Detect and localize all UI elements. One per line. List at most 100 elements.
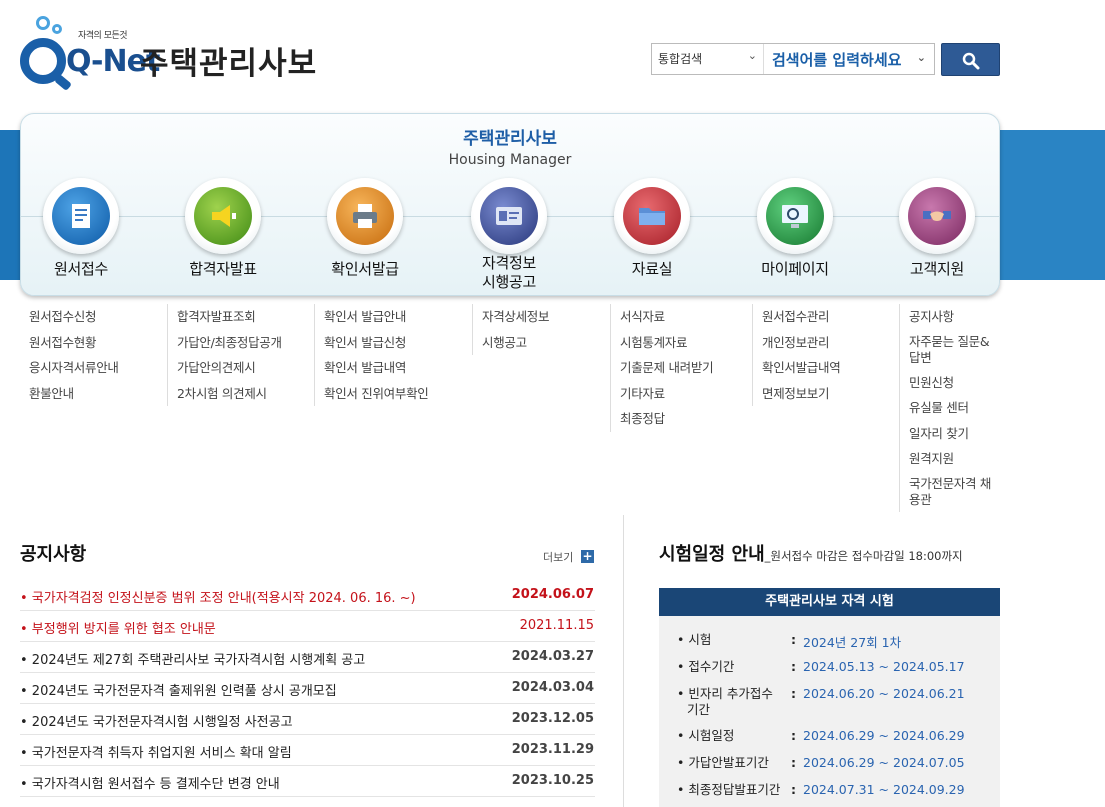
menu-label: 시행공고	[481, 273, 536, 291]
submenu-link[interactable]: 서식자료	[620, 304, 713, 330]
schedule-box-title: 주택관리사보 자격 시험	[659, 588, 1000, 616]
logo-circle-icon	[36, 16, 50, 30]
more-link[interactable]: 더보기	[543, 549, 573, 565]
submenu-link[interactable]: 최종정답	[620, 406, 713, 432]
plus-icon[interactable]: +	[581, 550, 594, 563]
menu-item-results[interactable]: 합격자발표	[163, 178, 283, 288]
notice-date: 2023.11.29	[511, 742, 594, 757]
search-scope-label: 통합검색	[658, 52, 703, 66]
submenu-link[interactable]: 환불안내	[29, 381, 119, 407]
submenu-link[interactable]: 원격지원	[909, 446, 999, 472]
menu-item-qualification-info[interactable]: 자격정보 시행공고	[449, 178, 569, 291]
menu-icon-frame	[614, 178, 690, 254]
handshake-icon	[908, 187, 966, 245]
submenu-link[interactable]: 자주묻는 질문&답변	[909, 330, 999, 370]
submenu-link[interactable]: 자격상세정보	[482, 304, 550, 330]
schedule-key: 기간	[687, 702, 711, 717]
menu-item-support[interactable]: 고객지원	[877, 178, 997, 288]
submenu-support: 공지사항 자주묻는 질문&답변 민원신청 유실물 센터 일자리 찾기 원격지원 …	[899, 304, 999, 512]
submenu-link[interactable]: 원서접수현황	[29, 330, 119, 356]
submenu-link[interactable]: 가답안/최종정답공개	[177, 330, 282, 356]
schedule-box: • 시험 : 2024년 27회 1차 • 접수기간 : 2024.05.13 …	[659, 616, 1000, 807]
search-button[interactable]	[941, 43, 1000, 76]
notice-title-text: • 부정행위 방지를 위한 협조 안내문	[20, 622, 216, 637]
search-placeholder: 검색어를 입력하세요	[772, 51, 902, 69]
logo-q-icon	[20, 38, 66, 84]
schedule-colon: :	[791, 755, 796, 770]
folder-icon	[623, 187, 681, 245]
submenu-certificate: 확인서 발급안내 확인서 발급신청 확인서 발급내역 확인서 진위여부확인	[314, 304, 429, 407]
notice-row[interactable]: • 국가자격시험 원서접수 등 결제수단 변경 안내 2023.10.25	[20, 766, 595, 797]
search-scope-select[interactable]: 통합검색 ⌄	[652, 44, 764, 74]
notice-title-text: • 국가자격검정 인정신분증 범위 조정 안내(적용시작 2024. 06. 1…	[20, 591, 416, 606]
submenu-link[interactable]: 합격자발표조회	[177, 304, 282, 330]
schedule-value: 2024.06.29 ~ 2024.07.05	[803, 755, 965, 770]
submenu-link[interactable]: 확인서 발급안내	[324, 304, 428, 330]
menu-item-mypage[interactable]: 마이페이지	[735, 178, 855, 288]
notice-row[interactable]: • 2024년도 제27회 주택관리사보 국가자격시험 시행계획 공고 2024…	[20, 642, 595, 673]
chevron-down-icon: ⌄	[916, 51, 926, 64]
schedule-key: • 접수기간	[677, 659, 735, 674]
submenu-link[interactable]: 공지사항	[909, 304, 999, 330]
monitor-icon	[766, 187, 824, 245]
submenu-link[interactable]: 기타자료	[620, 381, 713, 407]
submenu-link[interactable]: 2차시험 의견제시	[177, 381, 282, 407]
megaphone-icon	[194, 187, 252, 245]
notice-row[interactable]: • 국가자격검정 인정신분증 범위 조정 안내(적용시작 2024. 06. 1…	[20, 580, 595, 611]
schedule-colon: :	[791, 728, 796, 743]
schedule-value: 2024.06.20 ~ 2024.06.21	[803, 686, 965, 701]
submenu-link[interactable]: 유실물 센터	[909, 395, 999, 421]
menu-label: 마이페이지	[761, 260, 829, 278]
notice-row[interactable]: • 부정행위 방지를 위한 협조 안내문 2021.11.15	[20, 611, 595, 642]
submenu-link[interactable]: 원서접수신청	[29, 304, 119, 330]
menu-icon-frame	[471, 178, 547, 254]
menu-icon-frame	[327, 178, 403, 254]
menu-icon-frame	[899, 178, 975, 254]
notice-row[interactable]: • 2024년도 국가전문자격시험 시행일정 사전공고 2023.12.05	[20, 704, 595, 735]
submenu-application: 원서접수신청 원서접수현황 응시자격서류안내 환불안내	[20, 304, 119, 406]
menu-item-archive[interactable]: 자료실	[592, 178, 712, 288]
qnet-logo[interactable]: 자격의 모든것 Q-Net	[18, 14, 160, 92]
submenu-link[interactable]: 확인서 발급신청	[324, 330, 428, 356]
submenu-link[interactable]: 응시자격서류안내	[29, 355, 119, 381]
submenu-link[interactable]: 확인서발급내역	[762, 355, 841, 381]
submenu-link[interactable]: 원서접수관리	[762, 304, 840, 330]
notice-date: 2023.10.25	[511, 773, 594, 788]
schedule-note: _원서접수 마감은 접수마감일 18:00까지	[764, 549, 963, 563]
schedule-key: • 최종정답발표기간	[677, 782, 781, 797]
submenu-link[interactable]: 확인서 진위여부확인	[324, 381, 429, 407]
logo-circle-icon	[52, 24, 62, 34]
notice-row[interactable]: • 국가전문자격 취득자 취업지원 서비스 확대 알림 2023.11.29	[20, 735, 595, 766]
menu-label: 자료실	[631, 260, 673, 278]
submenu-link[interactable]: 가답안의견제시	[177, 355, 282, 381]
notice-row[interactable]: • 2024년도 국가전문자격 출제위원 인력풀 상시 공개모집 2024.03…	[20, 673, 595, 704]
submenu-link[interactable]: 국가전문자격 채용관	[909, 472, 999, 512]
notice-list: • 국가자격검정 인정신분증 범위 조정 안내(적용시작 2024. 06. 1…	[20, 580, 595, 797]
submenu-link[interactable]: 민원신청	[909, 370, 999, 396]
submenu-qualification-info: 자격상세정보 시행공고	[472, 304, 550, 356]
submenu-link[interactable]: 기출문제 내려받기	[620, 355, 714, 381]
menu-label: 자격정보	[481, 254, 536, 272]
notice-title-text: • 2024년도 국가전문자격시험 시행일정 사전공고	[20, 715, 293, 730]
logo-tagline: 자격의 모든것	[78, 31, 128, 41]
site-title[interactable]: 주택관리사보	[140, 38, 317, 83]
notice-date: 2023.12.05	[511, 711, 594, 726]
notice-date: 2024.03.04	[511, 680, 594, 695]
search-bar: 통합검색 ⌄ 검색어를 입력하세요 ⌄	[651, 43, 935, 75]
printer-icon	[336, 187, 394, 245]
submenu-link[interactable]: 시행공고	[482, 330, 549, 356]
submenu-link[interactable]: 일자리 찾기	[909, 421, 999, 447]
menu-item-application[interactable]: 원서접수	[21, 178, 141, 288]
submenu-link[interactable]: 개인정보관리	[762, 330, 840, 356]
notice-title-text: • 2024년도 제27회 주택관리사보 국가자격시험 시행계획 공고	[20, 653, 366, 668]
search-input[interactable]: 검색어를 입력하세요 ⌄	[764, 44, 934, 74]
schedule-title: 시험일정 안내_원서접수 마감은 접수마감일 18:00까지	[659, 540, 963, 566]
schedule-value: 2024년 27회 1차	[803, 635, 902, 650]
submenu-link[interactable]: 면제정보보기	[762, 381, 840, 407]
submenu-link[interactable]: 확인서 발급내역	[324, 355, 428, 381]
menu-label: 확인서발급	[331, 260, 399, 278]
menu-item-certificate[interactable]: 확인서발급	[305, 178, 425, 288]
submenu-link[interactable]: 시험통계자료	[620, 330, 713, 356]
menu-label: 고객지원	[909, 260, 964, 278]
menu-title: 주택관리사보	[463, 129, 557, 149]
